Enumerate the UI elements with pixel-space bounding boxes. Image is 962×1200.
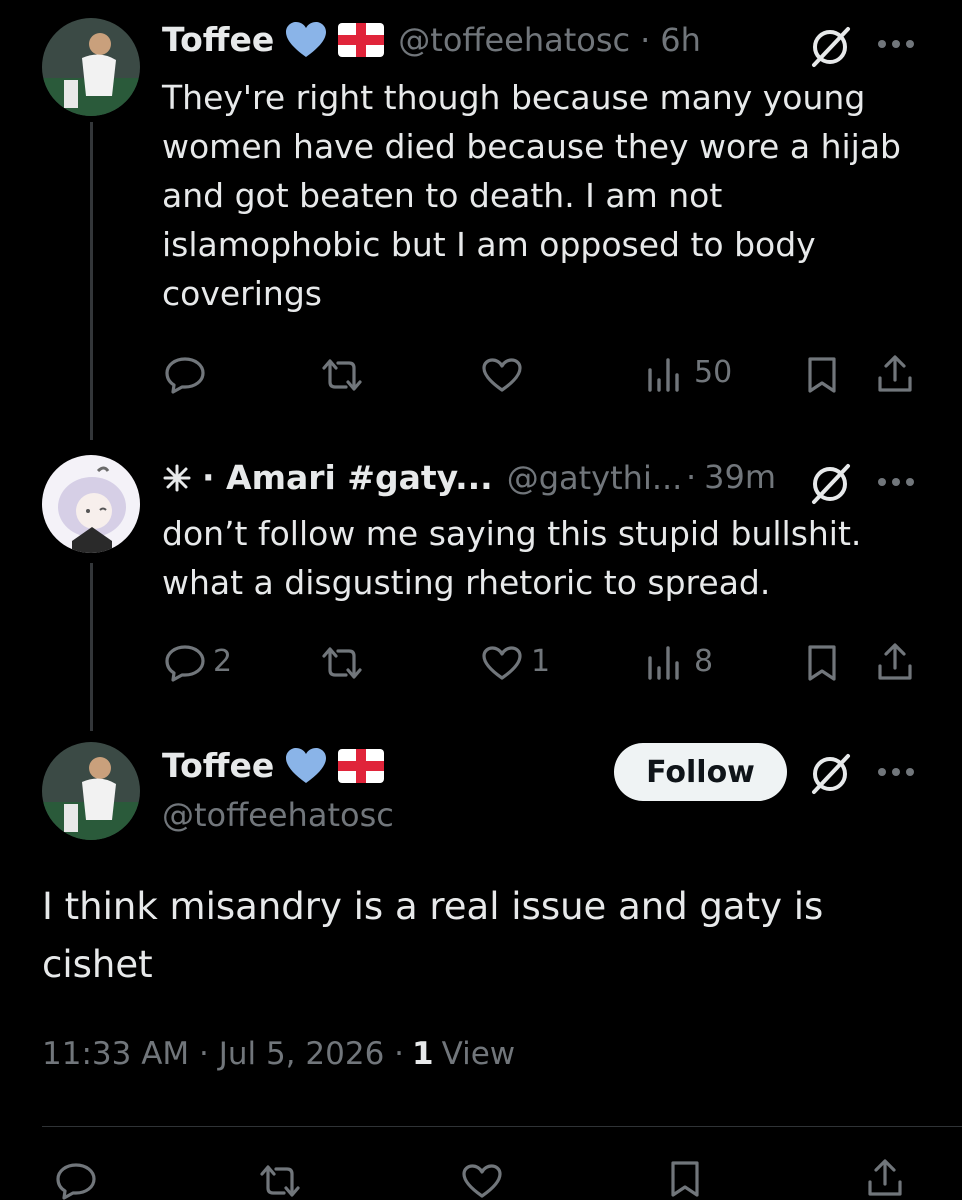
reply-count: 2 xyxy=(213,644,233,679)
blue-heart-icon xyxy=(284,747,328,785)
like-icon[interactable] xyxy=(481,645,523,681)
share-icon[interactable] xyxy=(866,1158,904,1198)
author-name[interactable]: Toffee xyxy=(162,20,274,59)
avatar[interactable] xyxy=(42,455,140,553)
post-text: They're right though because many young … xyxy=(162,73,942,318)
divider xyxy=(42,1126,962,1127)
grok-icon[interactable] xyxy=(808,25,852,69)
follow-button[interactable]: Follow xyxy=(614,743,787,801)
post-line: coverings xyxy=(162,274,322,313)
more-icon[interactable] xyxy=(876,476,916,488)
separator: · xyxy=(640,20,651,59)
grok-icon[interactable] xyxy=(808,462,852,506)
post-timestamp[interactable]: 11:33 AM · Jul 5, 2026 · xyxy=(42,1036,404,1072)
author-name[interactable]: · Amari #gaty... xyxy=(202,458,493,497)
post-line: cishet xyxy=(42,943,153,986)
avatar[interactable] xyxy=(42,18,140,116)
views-icon[interactable] xyxy=(647,646,681,680)
author-handle[interactable]: @gatythi... xyxy=(507,459,683,497)
post-line: islamophobic but I am opposed to body xyxy=(162,225,816,264)
post-line: women have died because they wore a hija… xyxy=(162,127,901,166)
blue-heart-icon xyxy=(284,21,328,59)
post-line: and got beaten to death. I am not xyxy=(162,176,723,215)
england-flag-icon xyxy=(338,22,385,57)
sparkle-icon xyxy=(162,463,192,493)
view-count: 50 xyxy=(694,355,733,390)
separator: · xyxy=(686,458,697,496)
author-handle[interactable]: @toffeehatosc xyxy=(162,796,394,834)
post-time[interactable]: 6h xyxy=(660,21,701,59)
like-icon[interactable] xyxy=(461,1163,503,1199)
thread-line xyxy=(90,122,93,440)
post-line: what a disgusting rhetoric to spread. xyxy=(162,563,771,602)
post-time[interactable]: 39m xyxy=(704,458,776,496)
post-text: don’t follow me saying this stupid bulls… xyxy=(162,509,942,607)
views-icon[interactable] xyxy=(647,358,681,392)
post-line: don’t follow me saying this stupid bulls… xyxy=(162,514,862,553)
england-flag-icon xyxy=(338,748,385,783)
reply-icon[interactable] xyxy=(55,1162,97,1200)
view-count: 1 xyxy=(412,1036,434,1072)
repost-icon[interactable] xyxy=(256,1164,304,1198)
author-name[interactable]: Toffee xyxy=(162,746,274,785)
bookmark-icon[interactable] xyxy=(669,1160,701,1198)
more-icon[interactable] xyxy=(876,766,916,778)
post-line: I think misandry is a real issue and gat… xyxy=(42,885,824,928)
more-icon[interactable] xyxy=(876,38,916,50)
like-count: 1 xyxy=(531,644,551,679)
view-count: 8 xyxy=(694,644,714,679)
author-handle[interactable]: @toffeehatosc xyxy=(398,21,630,59)
grok-icon[interactable] xyxy=(808,752,852,796)
post-line: They're right though because many young xyxy=(162,78,866,117)
bookmark-icon[interactable] xyxy=(806,356,838,394)
like-icon[interactable] xyxy=(481,357,523,393)
thread-line xyxy=(90,563,93,731)
bookmark-icon[interactable] xyxy=(806,644,838,682)
reply-icon[interactable] xyxy=(164,356,206,394)
avatar[interactable] xyxy=(42,742,140,840)
share-icon[interactable] xyxy=(876,354,914,394)
share-icon[interactable] xyxy=(876,642,914,682)
reply-icon[interactable] xyxy=(164,644,206,682)
repost-icon[interactable] xyxy=(318,646,366,680)
repost-icon[interactable] xyxy=(318,358,366,392)
view-label: View xyxy=(441,1036,516,1072)
post-text: I think misandry is a real issue and gat… xyxy=(42,878,942,994)
